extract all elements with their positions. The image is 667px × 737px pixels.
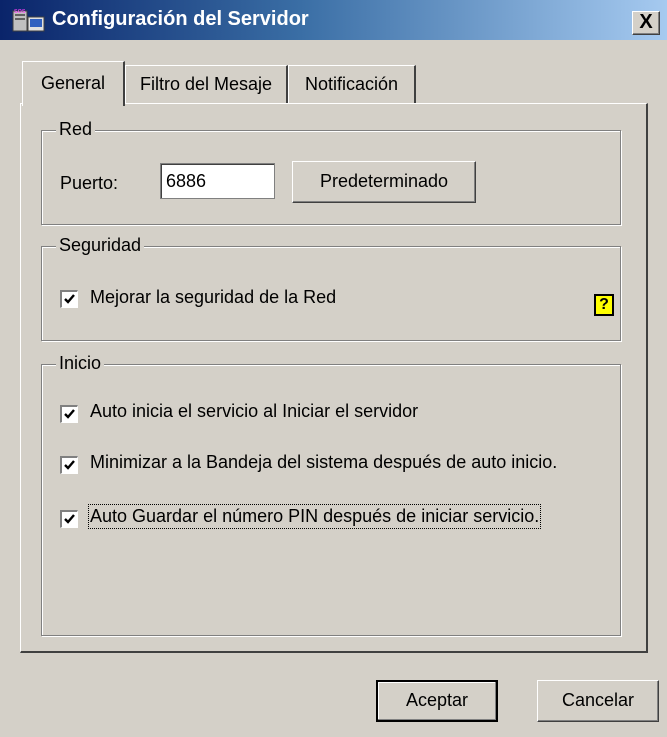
minimize-tray-checkbox[interactable] — [60, 456, 78, 474]
tab-message-filter[interactable]: Filtro del Mesaje — [125, 65, 288, 103]
checkmark-icon — [64, 294, 75, 304]
tab-general-label: General — [40, 73, 106, 93]
server-config-dialog: sos Configuración del Servidor X General… — [0, 0, 667, 737]
tab-panel-general: Red Puerto: 6886 Predeterminado Segurida… — [20, 103, 648, 653]
auto-start-checkbox[interactable] — [60, 405, 78, 423]
close-icon: X — [639, 11, 653, 33]
cancel-button[interactable]: Cancelar — [537, 680, 659, 722]
help-glyph: ? — [599, 296, 609, 313]
port-label: Puerto: — [60, 173, 119, 193]
group-startup-title: Inicio — [56, 352, 105, 374]
improve-security-label[interactable]: Mejorar la seguridad de la Red — [90, 287, 336, 308]
auto-start-label[interactable]: Auto inicia el servicio al Iniciar el se… — [90, 401, 418, 422]
group-red-title: Red — [56, 118, 96, 140]
auto-save-pin-label[interactable]: Auto Guardar el número PIN después de in… — [87, 504, 542, 529]
help-question-icon[interactable]: ? — [594, 294, 614, 316]
title-bar[interactable]: sos Configuración del Servidor X — [0, 0, 667, 40]
default-button[interactable]: Predeterminado — [292, 161, 476, 203]
checkmark-icon — [64, 460, 75, 470]
window-title: Configuración del Servidor — [52, 8, 309, 30]
server-app-icon: sos — [12, 7, 45, 32]
group-security-title: Seguridad — [56, 234, 145, 256]
tab-notification-label: Notificación — [304, 74, 399, 94]
svg-text:sos: sos — [14, 7, 26, 15]
tab-general[interactable]: General — [22, 61, 125, 106]
tab-message-filter-label: Filtro del Mesaje — [139, 74, 273, 94]
auto-save-pin-checkbox[interactable] — [60, 510, 78, 528]
checkmark-icon — [64, 514, 75, 524]
tab-notification[interactable]: Notificación — [288, 65, 416, 103]
checkmark-icon — [64, 409, 75, 419]
improve-security-checkbox[interactable] — [60, 290, 78, 308]
close-button[interactable]: X — [632, 11, 660, 35]
group-startup: Inicio Auto inicia el servicio al Inicia… — [41, 352, 621, 636]
port-input[interactable]: 6886 — [160, 163, 275, 199]
group-red: Red Puerto: 6886 Predeterminado — [41, 118, 621, 225]
ok-button[interactable]: Aceptar — [376, 680, 498, 722]
minimize-tray-label[interactable]: Minimizar a la Bandeja del sistema despu… — [90, 452, 557, 473]
group-security: Seguridad Mejorar la seguridad de la Red… — [41, 234, 621, 341]
